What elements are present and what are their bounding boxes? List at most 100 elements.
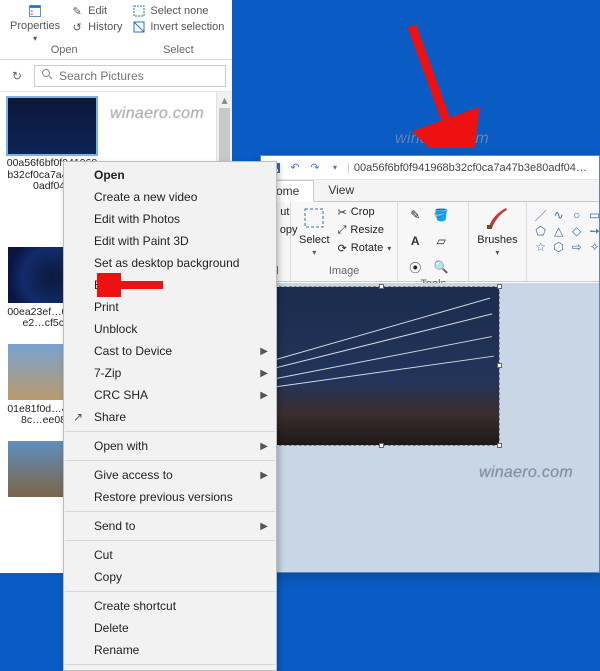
- eraser-tool[interactable]: ▱: [430, 230, 452, 252]
- watermark: winaero.com: [110, 105, 204, 123]
- menu-item-restore-versions[interactable]: Restore previous versions: [64, 486, 276, 508]
- fill-tool[interactable]: 🪣: [430, 204, 452, 226]
- history-icon: ↺: [70, 20, 84, 34]
- tab-view-label: View: [328, 183, 354, 197]
- menu-item-open-with[interactable]: Open with▶: [64, 435, 276, 457]
- menu-item-edit[interactable]: Edit: [64, 274, 276, 296]
- select-none-icon: [132, 4, 146, 18]
- crop-icon: ✂: [338, 206, 347, 219]
- rotate-button[interactable]: ⟳Rotate ▾: [338, 240, 392, 256]
- menu-item-delete[interactable]: Delete: [64, 617, 276, 639]
- menu-label: Create shortcut: [94, 599, 256, 613]
- shape-polygon-icon[interactable]: ⬠: [533, 224, 549, 238]
- text-tool[interactable]: A: [404, 230, 426, 252]
- menu-label: Open: [94, 168, 256, 182]
- properties-icon: [28, 4, 42, 18]
- ribbon-group-open: Properties ▾ ✎ Edit ↺ History Open: [6, 4, 122, 59]
- paint-canvas-area[interactable]: winaero.com: [261, 283, 599, 572]
- crop-label: Crop: [351, 206, 375, 218]
- menu-separator: [65, 431, 275, 432]
- paint-tabstrip: ome View: [261, 180, 599, 202]
- resize-button[interactable]: ⤢Resize: [338, 222, 392, 238]
- shape-hex-icon[interactable]: ⬡: [551, 240, 567, 254]
- explorer-ribbon: Properties ▾ ✎ Edit ↺ History Open: [0, 0, 232, 60]
- menu-label: Set as desktop background: [94, 256, 256, 270]
- ribbon-group-shapes: ／ ∿ ○ ▭ ⬠ △ ◇ ➙ ☆ ⬡ ⇨ ✧: [527, 202, 600, 281]
- group-label-open: Open: [51, 44, 78, 59]
- shape-star-icon[interactable]: ☆: [533, 240, 549, 254]
- brushes-label: Brushes: [477, 234, 517, 246]
- crop-button[interactable]: ✂ Crop: [338, 204, 392, 220]
- menu-label: 7-Zip: [94, 366, 256, 380]
- menu-label: Copy: [94, 570, 256, 584]
- history-button[interactable]: ↺ History: [70, 20, 122, 34]
- color-picker-tool[interactable]: ⦿: [404, 256, 426, 278]
- pencil-tool[interactable]: ✎: [404, 204, 426, 226]
- menu-item-copy[interactable]: Copy: [64, 566, 276, 588]
- scroll-up-icon[interactable]: ▴: [217, 92, 232, 108]
- menu-item-cut[interactable]: Cut: [64, 544, 276, 566]
- search-box[interactable]: [34, 65, 226, 87]
- shape-arrow-icon[interactable]: ➙: [587, 224, 600, 238]
- shape-diamond-icon[interactable]: ◇: [569, 224, 585, 238]
- menu-label: Edit: [94, 278, 256, 292]
- menu-item-edit-photos[interactable]: Edit with Photos: [64, 208, 276, 230]
- redo-icon[interactable]: ↷: [307, 160, 323, 176]
- menu-item-open[interactable]: Open: [64, 164, 276, 186]
- paint-title: 00a56f6bf0f941968b32cf0ca7a47b3e80adf046…: [354, 162, 593, 174]
- submenu-arrow-icon: ▶: [260, 346, 268, 357]
- scroll-thumb[interactable]: [219, 108, 230, 168]
- invert-selection-button[interactable]: Invert selection: [132, 20, 224, 34]
- menu-item-create-video[interactable]: Create a new video: [64, 186, 276, 208]
- edit-button[interactable]: ✎ Edit: [70, 4, 122, 18]
- menu-label: Edit with Photos: [94, 212, 256, 226]
- shape-callout-icon[interactable]: ✧: [587, 240, 600, 254]
- select-button[interactable]: Select ▾: [297, 204, 332, 257]
- menu-separator: [65, 664, 275, 665]
- menu-item-7zip[interactable]: 7-Zip▶: [64, 362, 276, 384]
- menu-label: Cut: [94, 548, 256, 562]
- select-none-label: Select none: [150, 5, 208, 17]
- menu-item-share[interactable]: ↗Share: [64, 406, 276, 428]
- menu-label: Give access to: [94, 468, 256, 482]
- qat-customize-chevron-icon[interactable]: ▾: [327, 160, 343, 176]
- undo-icon[interactable]: ↶: [287, 160, 303, 176]
- menu-item-send-to[interactable]: Send to▶: [64, 515, 276, 537]
- rotate-label: Rotate: [351, 242, 383, 254]
- menu-item-create-shortcut[interactable]: Create shortcut: [64, 595, 276, 617]
- menu-item-set-desktop[interactable]: Set as desktop background: [64, 252, 276, 274]
- thumbnail-image: [8, 98, 96, 154]
- properties-button[interactable]: Properties ▾: [6, 4, 64, 43]
- search-input[interactable]: [59, 69, 219, 83]
- menu-separator: [65, 511, 275, 512]
- paint-window: ↶ ↷ ▾ | 00a56f6bf0f941968b32cf0ca7a47b3e…: [260, 155, 600, 573]
- menu-label: Edit with Paint 3D: [94, 234, 256, 248]
- menu-item-give-access[interactable]: Give access to▶: [64, 464, 276, 486]
- shape-triangle-icon[interactable]: △: [551, 224, 567, 238]
- select-none-button[interactable]: Select none: [132, 4, 224, 18]
- menu-item-unblock[interactable]: Unblock: [64, 318, 276, 340]
- menu-item-cast[interactable]: Cast to Device▶: [64, 340, 276, 362]
- tab-view[interactable]: View: [314, 180, 368, 201]
- menu-item-crc-sha[interactable]: CRC SHA▶: [64, 384, 276, 406]
- paint-quick-access-toolbar: ↶ ↷ ▾ | 00a56f6bf0f941968b32cf0ca7a47b3e…: [261, 156, 599, 180]
- canvas-image[interactable]: [265, 287, 499, 445]
- shape-arrow2-icon[interactable]: ⇨: [569, 240, 585, 254]
- refresh-button[interactable]: ↻: [6, 65, 28, 87]
- magnifier-tool[interactable]: 🔍: [430, 256, 452, 278]
- shape-curve-icon[interactable]: ∿: [551, 208, 567, 222]
- brushes-button[interactable]: Brushes ▾: [475, 204, 519, 257]
- menu-separator: [65, 591, 275, 592]
- menu-item-rename[interactable]: Rename: [64, 639, 276, 661]
- shape-rect-icon[interactable]: ▭: [587, 208, 600, 222]
- menu-separator: [65, 540, 275, 541]
- menu-label: Rename: [94, 643, 256, 657]
- shape-line-icon[interactable]: ／: [533, 208, 549, 222]
- menu-item-edit-paint3d[interactable]: Edit with Paint 3D: [64, 230, 276, 252]
- context-menu: Open Create a new video Edit with Photos…: [63, 161, 277, 671]
- submenu-arrow-icon: ▶: [260, 441, 268, 452]
- ribbon-group-brushes: Brushes ▾: [469, 202, 526, 281]
- resize-icon: ⤢: [338, 224, 347, 237]
- menu-item-print[interactable]: Print: [64, 296, 276, 318]
- shape-oval-icon[interactable]: ○: [569, 208, 585, 222]
